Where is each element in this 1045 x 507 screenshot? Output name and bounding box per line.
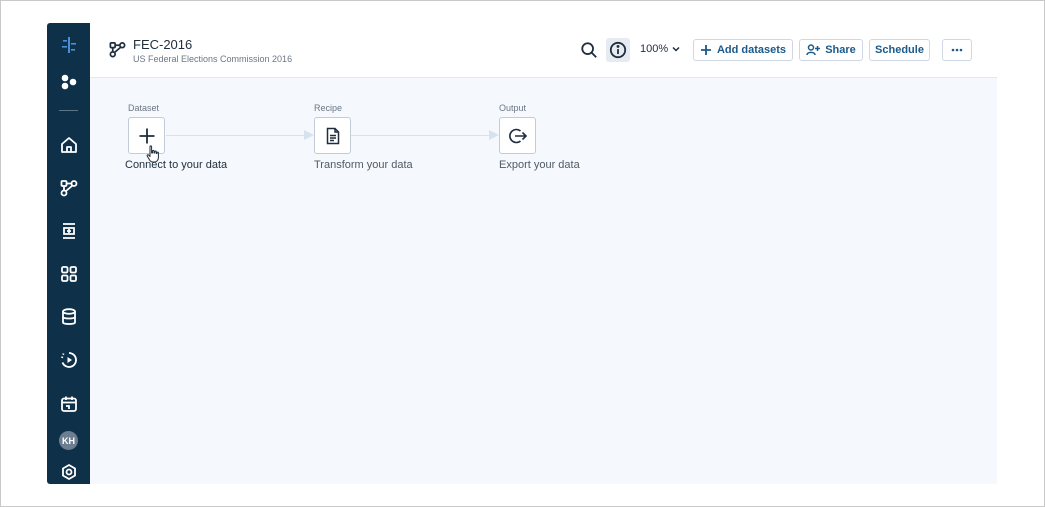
page-subtitle: US Federal Elections Commission 2016	[133, 54, 293, 64]
output-node[interactable]	[499, 117, 536, 154]
recipe-column-label: Recipe	[314, 103, 343, 113]
schedule-button[interactable]: Schedule	[869, 39, 930, 61]
chevron-down-icon	[672, 46, 680, 52]
search-button[interactable]	[577, 38, 601, 62]
zoom-dropdown[interactable]: 100%	[640, 43, 681, 55]
connector-line	[166, 135, 304, 136]
info-icon	[609, 41, 627, 59]
recipe-icon[interactable]	[55, 217, 82, 244]
avatar[interactable]: KH	[59, 431, 78, 450]
database-icon[interactable]	[55, 303, 82, 330]
sidebar-divider	[59, 110, 78, 111]
export-icon	[508, 128, 527, 143]
connector-arrow	[304, 130, 314, 140]
connector-arrow	[489, 130, 499, 140]
sidebar: KH	[47, 23, 90, 484]
recipe-node[interactable]	[314, 117, 351, 154]
output-column-label: Output	[499, 103, 527, 113]
dataset-column-label: Dataset	[128, 103, 160, 113]
settings-icon[interactable]	[55, 458, 82, 485]
share-label: Share	[825, 44, 856, 56]
jobs-icon[interactable]	[55, 346, 82, 373]
more-icon	[951, 48, 963, 52]
plus-icon	[700, 45, 711, 55]
add-datasets-label: Add datasets	[716, 44, 787, 56]
flows-icon[interactable]	[55, 174, 82, 201]
document-icon	[326, 127, 339, 144]
nodes-icon[interactable]	[55, 68, 82, 95]
add-datasets-button[interactable]: Add datasets	[693, 39, 793, 61]
connector-line	[351, 135, 489, 136]
flow-icon	[109, 41, 126, 58]
share-button[interactable]: Share	[799, 39, 863, 61]
schedule-icon[interactable]	[55, 390, 82, 417]
home-icon[interactable]	[55, 131, 82, 158]
logo-icon[interactable]	[55, 31, 82, 58]
add-user-icon	[806, 44, 821, 56]
output-node-caption: Export your data	[499, 159, 580, 171]
info-button[interactable]	[606, 38, 630, 62]
apps-grid-icon[interactable]	[55, 260, 82, 287]
recipe-node-caption: Transform your data	[314, 159, 413, 171]
search-icon	[581, 42, 597, 58]
plus-icon	[139, 128, 154, 143]
more-button[interactable]	[942, 39, 972, 61]
app-window	[47, 23, 997, 484]
zoom-level: 100%	[640, 43, 669, 55]
page-title[interactable]: FEC-2016	[133, 37, 192, 52]
schedule-label: Schedule	[875, 44, 924, 56]
dataset-node-caption: Connect to your data	[125, 159, 228, 171]
